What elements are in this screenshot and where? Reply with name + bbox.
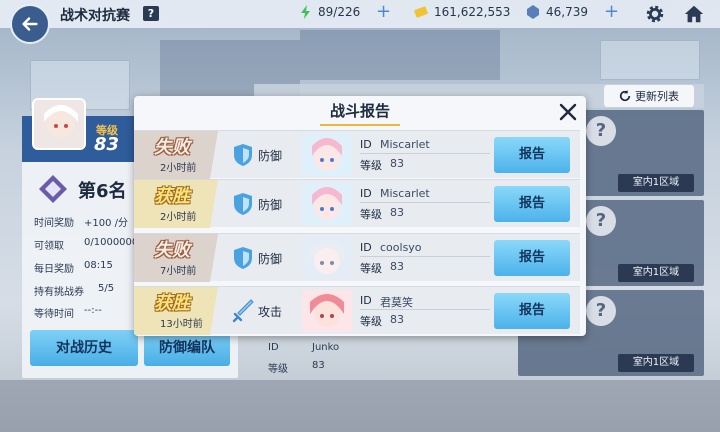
add-stamina-button[interactable]: + <box>376 1 391 22</box>
battle-mode: 攻击 <box>258 305 283 319</box>
report-row: 获胜 2小时前 防御 ID Miscarlet 等级 83 报告 <box>134 179 580 228</box>
close-icon[interactable] <box>558 102 578 122</box>
id-label: ID <box>360 138 372 151</box>
stat-row: 每日奖励 08:15 <box>34 260 113 275</box>
time-ago: 13小时前 <box>160 319 203 330</box>
lightning-icon <box>301 5 310 19</box>
opponent-portrait <box>302 290 352 332</box>
time-ago: 7小时前 <box>160 266 197 277</box>
time-ago: 2小时前 <box>160 212 197 223</box>
back-button[interactable] <box>10 4 50 44</box>
area-label: 室内1区域 <box>618 174 694 192</box>
coins-value: 161,622,553 <box>434 5 511 19</box>
opponent-portrait <box>302 183 352 225</box>
opponent-id: Junko <box>312 342 340 353</box>
level-label: 等级 <box>360 262 382 275</box>
battle-mode: 防御 <box>258 198 283 212</box>
report-button[interactable]: 报告 <box>494 137 570 173</box>
opponent-id: Miscarlet <box>380 138 430 151</box>
opponent-id: coolsyo <box>380 241 422 254</box>
opponent-id-label: ID <box>268 342 279 353</box>
id-label: ID <box>360 294 372 307</box>
level-label: 等级 <box>360 315 382 328</box>
coin-ticket-icon <box>414 6 428 18</box>
area-label: 室内1区域 <box>618 264 694 282</box>
shield-icon <box>234 247 252 269</box>
id-label: ID <box>360 187 372 200</box>
add-gems-button[interactable]: + <box>604 1 619 22</box>
player-rank: 第6名 <box>78 181 127 202</box>
shield-icon <box>234 193 252 215</box>
back-arrow-icon <box>22 17 38 31</box>
result-label: 获胜 <box>154 186 190 207</box>
sword-icon <box>232 299 254 323</box>
shield-icon <box>234 144 252 166</box>
stat-row: 持有挑战券 5/5 <box>34 283 115 298</box>
dialog-title: 战斗报告 <box>134 96 586 126</box>
opponent-id: 君莫笑 <box>380 296 413 309</box>
report-button[interactable]: 报告 <box>494 293 570 329</box>
opponent-level-label: 等级 <box>268 364 288 375</box>
opponent-level: 83 <box>390 206 404 219</box>
level-label: 等级 <box>360 159 382 172</box>
stat-row: 可领取 0/1000000 <box>34 237 139 252</box>
gem-icon <box>527 5 539 19</box>
stat-row: 等待时间 --:-- <box>34 305 102 320</box>
help-button[interactable]: ? <box>143 6 159 21</box>
result-label: 失败 <box>154 137 190 158</box>
opponent-level: 83 <box>390 157 404 170</box>
report-row: 失败 2小时前 防御 ID Miscarlet 等级 83 报告 <box>134 130 580 179</box>
report-button[interactable]: 报告 <box>494 186 570 222</box>
player-avatar <box>32 98 86 150</box>
opponent-id: Miscarlet <box>380 187 430 200</box>
gems-value: 46,739 <box>546 5 588 19</box>
battle-mode: 防御 <box>258 149 283 163</box>
result-label: 获胜 <box>154 293 190 314</box>
report-button[interactable]: 报告 <box>494 240 570 276</box>
battle-report-dialog: 战斗报告 失败 2小时前 防御 ID Miscarlet 等级 83 报告 获胜… <box>134 96 586 336</box>
opponent-portrait <box>302 237 352 279</box>
unknown-icon: ? <box>586 296 616 326</box>
gems-display: 46,739 <box>526 5 588 19</box>
unknown-icon: ? <box>586 206 616 236</box>
home-icon[interactable] <box>683 3 705 25</box>
report-row: 获胜 13小时前 攻击 ID 君莫笑 等级 83 报告 <box>134 286 580 335</box>
gear-icon[interactable] <box>644 3 666 25</box>
opponent-level: 83 <box>390 313 404 326</box>
stamina-value: 89/226 <box>318 5 361 19</box>
coins-display: 161,622,553 <box>414 5 510 19</box>
refresh-icon <box>619 90 631 102</box>
rank-emblem-icon <box>39 175 67 203</box>
opponent-level: 83 <box>312 360 325 371</box>
refresh-list-button[interactable]: 更新列表 <box>604 85 694 107</box>
result-label: 失败 <box>154 240 190 261</box>
id-label: ID <box>360 241 372 254</box>
battle-history-button[interactable]: 对战历史 <box>30 330 138 366</box>
area-label: 室内1区域 <box>618 354 694 372</box>
page-title: 战术对抗赛 <box>60 8 130 24</box>
opponent-level: 83 <box>390 260 404 273</box>
level-label: 等级 <box>360 208 382 221</box>
stat-row: 时间奖励 +100 /分 <box>34 218 129 229</box>
level-value: 83 <box>94 134 120 155</box>
battle-mode: 防御 <box>258 252 283 266</box>
opponent-portrait <box>302 134 352 176</box>
report-row: 失败 7小时前 防御 ID coolsyo 等级 83 报告 <box>134 233 580 282</box>
time-ago: 2小时前 <box>160 163 197 174</box>
unknown-icon: ? <box>586 116 616 146</box>
stamina-display: 89/226 <box>300 5 360 19</box>
